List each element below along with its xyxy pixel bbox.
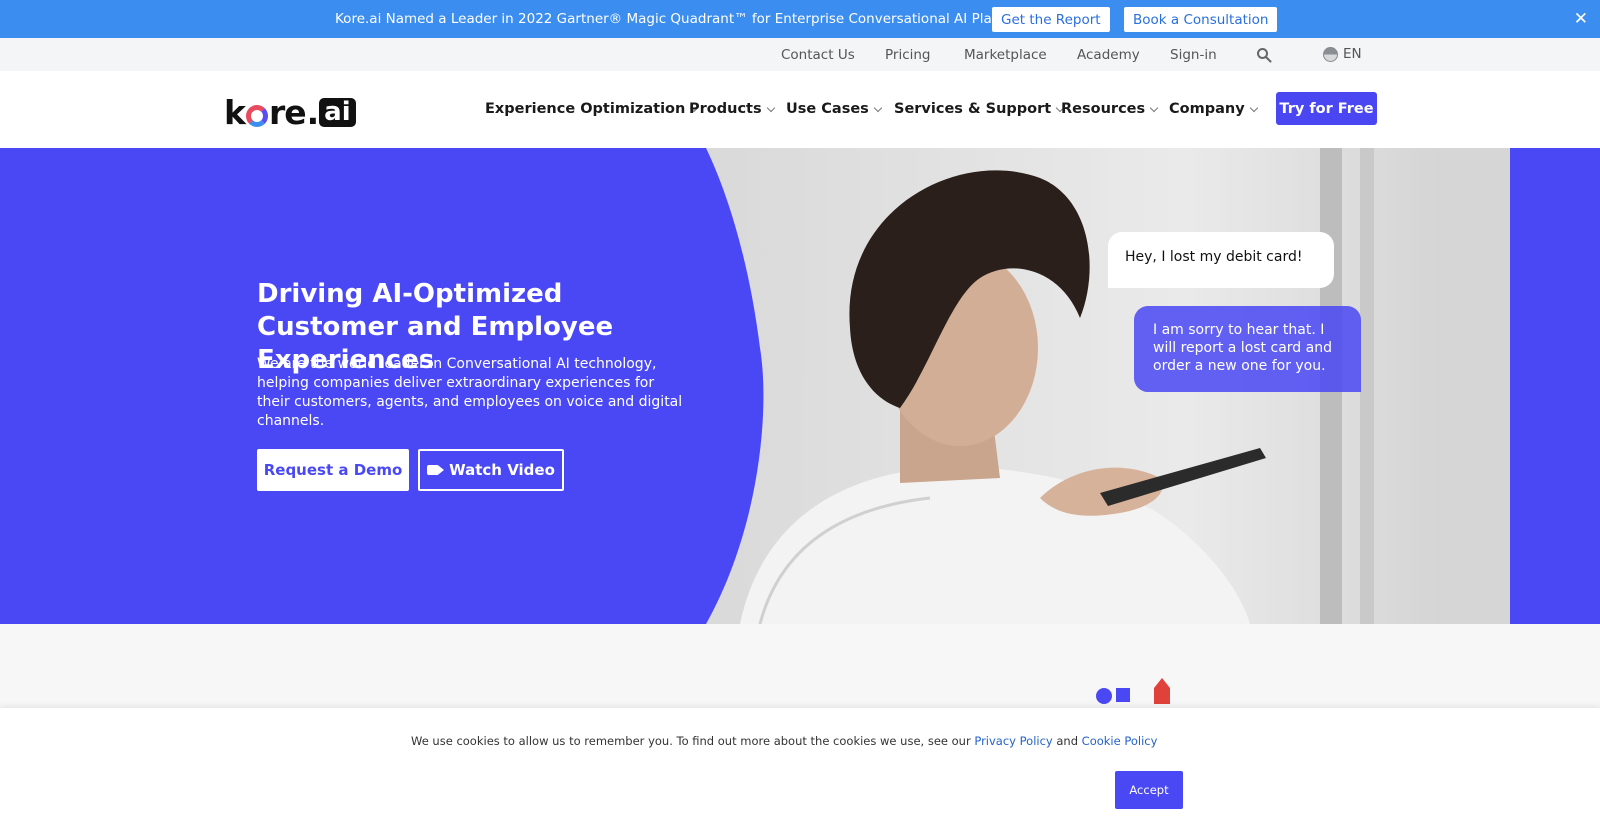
cookie-policy-link[interactable]: Cookie Policy: [1082, 734, 1158, 748]
chevron-down-icon: [1149, 103, 1159, 112]
nav-label: Resources: [1061, 101, 1146, 117]
utility-link-marketplace[interactable]: Marketplace: [964, 47, 1047, 63]
nav-label: Experience Optimization: [485, 101, 686, 117]
nav-label: Products: [689, 101, 762, 117]
hero-section: Driving AI-Optimized Customer and Employ…: [0, 148, 1600, 624]
globe-icon: [1323, 46, 1338, 62]
language-label: EN: [1343, 46, 1362, 62]
nav-services-support[interactable]: Services & Support: [894, 101, 1065, 117]
cookie-text-and: and: [1052, 734, 1082, 748]
chat-bubble-bot: I am sorry to hear that. I will report a…: [1134, 306, 1361, 392]
announcement-bar: Kore.ai Named a Leader in 2022 Gartner® …: [0, 0, 1600, 38]
cookie-message: We use cookies to allow us to remember y…: [411, 734, 1157, 748]
try-for-free-button[interactable]: Try for Free: [1276, 92, 1377, 125]
partial-illustration: [1096, 678, 1170, 704]
utility-link-pricing[interactable]: Pricing: [885, 47, 931, 63]
chevron-down-icon: [1249, 103, 1258, 112]
logo-o-ring-icon: [245, 104, 268, 127]
announcement-text: Kore.ai Named a Leader in 2022 Gartner® …: [335, 11, 1036, 27]
chevron-down-icon: [873, 103, 883, 112]
cookie-text: We use cookies to allow us to remember y…: [411, 734, 975, 748]
utility-bar: Contact Us Pricing Marketplace Academy S…: [0, 38, 1600, 71]
logo-dot: .: [306, 93, 320, 132]
logo-letter-k: k: [224, 93, 246, 132]
close-icon[interactable]: ✕: [1574, 9, 1588, 29]
video-camera-icon: [427, 465, 445, 475]
accept-cookies-button[interactable]: Accept: [1115, 771, 1183, 809]
logo-ai-badge: ai: [319, 98, 356, 127]
utility-link-contact-us[interactable]: Contact Us: [781, 47, 855, 63]
chevron-down-icon: [766, 103, 775, 112]
privacy-policy-link[interactable]: Privacy Policy: [974, 734, 1052, 748]
nav-label: Services & Support: [894, 101, 1052, 117]
watch-video-button[interactable]: Watch Video: [418, 449, 564, 491]
nav-resources[interactable]: Resources: [1061, 101, 1159, 117]
nav-experience-optimization[interactable]: Experience Optimization: [485, 101, 699, 117]
nav-label: Company: [1169, 101, 1245, 117]
nav-use-cases[interactable]: Use Cases: [786, 101, 883, 117]
nav-products[interactable]: Products: [689, 101, 775, 117]
language-selector[interactable]: EN: [1323, 46, 1362, 62]
cookie-banner: We use cookies to allow us to remember y…: [0, 708, 1600, 834]
book-consultation-button[interactable]: Book a Consultation: [1124, 7, 1278, 32]
main-navigation: k re. ai Experience Optimization Products …: [0, 71, 1600, 148]
nav-label: Use Cases: [786, 101, 869, 117]
chat-bubble-user: Hey, I lost my debit card!: [1108, 232, 1334, 288]
nav-company[interactable]: Company: [1169, 101, 1258, 117]
utility-link-sign-in[interactable]: Sign-in: [1170, 47, 1217, 63]
watch-video-label: Watch Video: [449, 461, 555, 479]
utility-link-academy[interactable]: Academy: [1077, 47, 1140, 63]
get-report-button[interactable]: Get the Report: [992, 7, 1110, 32]
search-icon[interactable]: [1256, 47, 1272, 63]
request-demo-button[interactable]: Request a Demo: [257, 449, 409, 491]
logo-letters-re: re: [268, 93, 307, 132]
hero-description: We are the world leader in Conversationa…: [257, 356, 683, 429]
kore-ai-logo[interactable]: k re. ai: [224, 93, 356, 132]
